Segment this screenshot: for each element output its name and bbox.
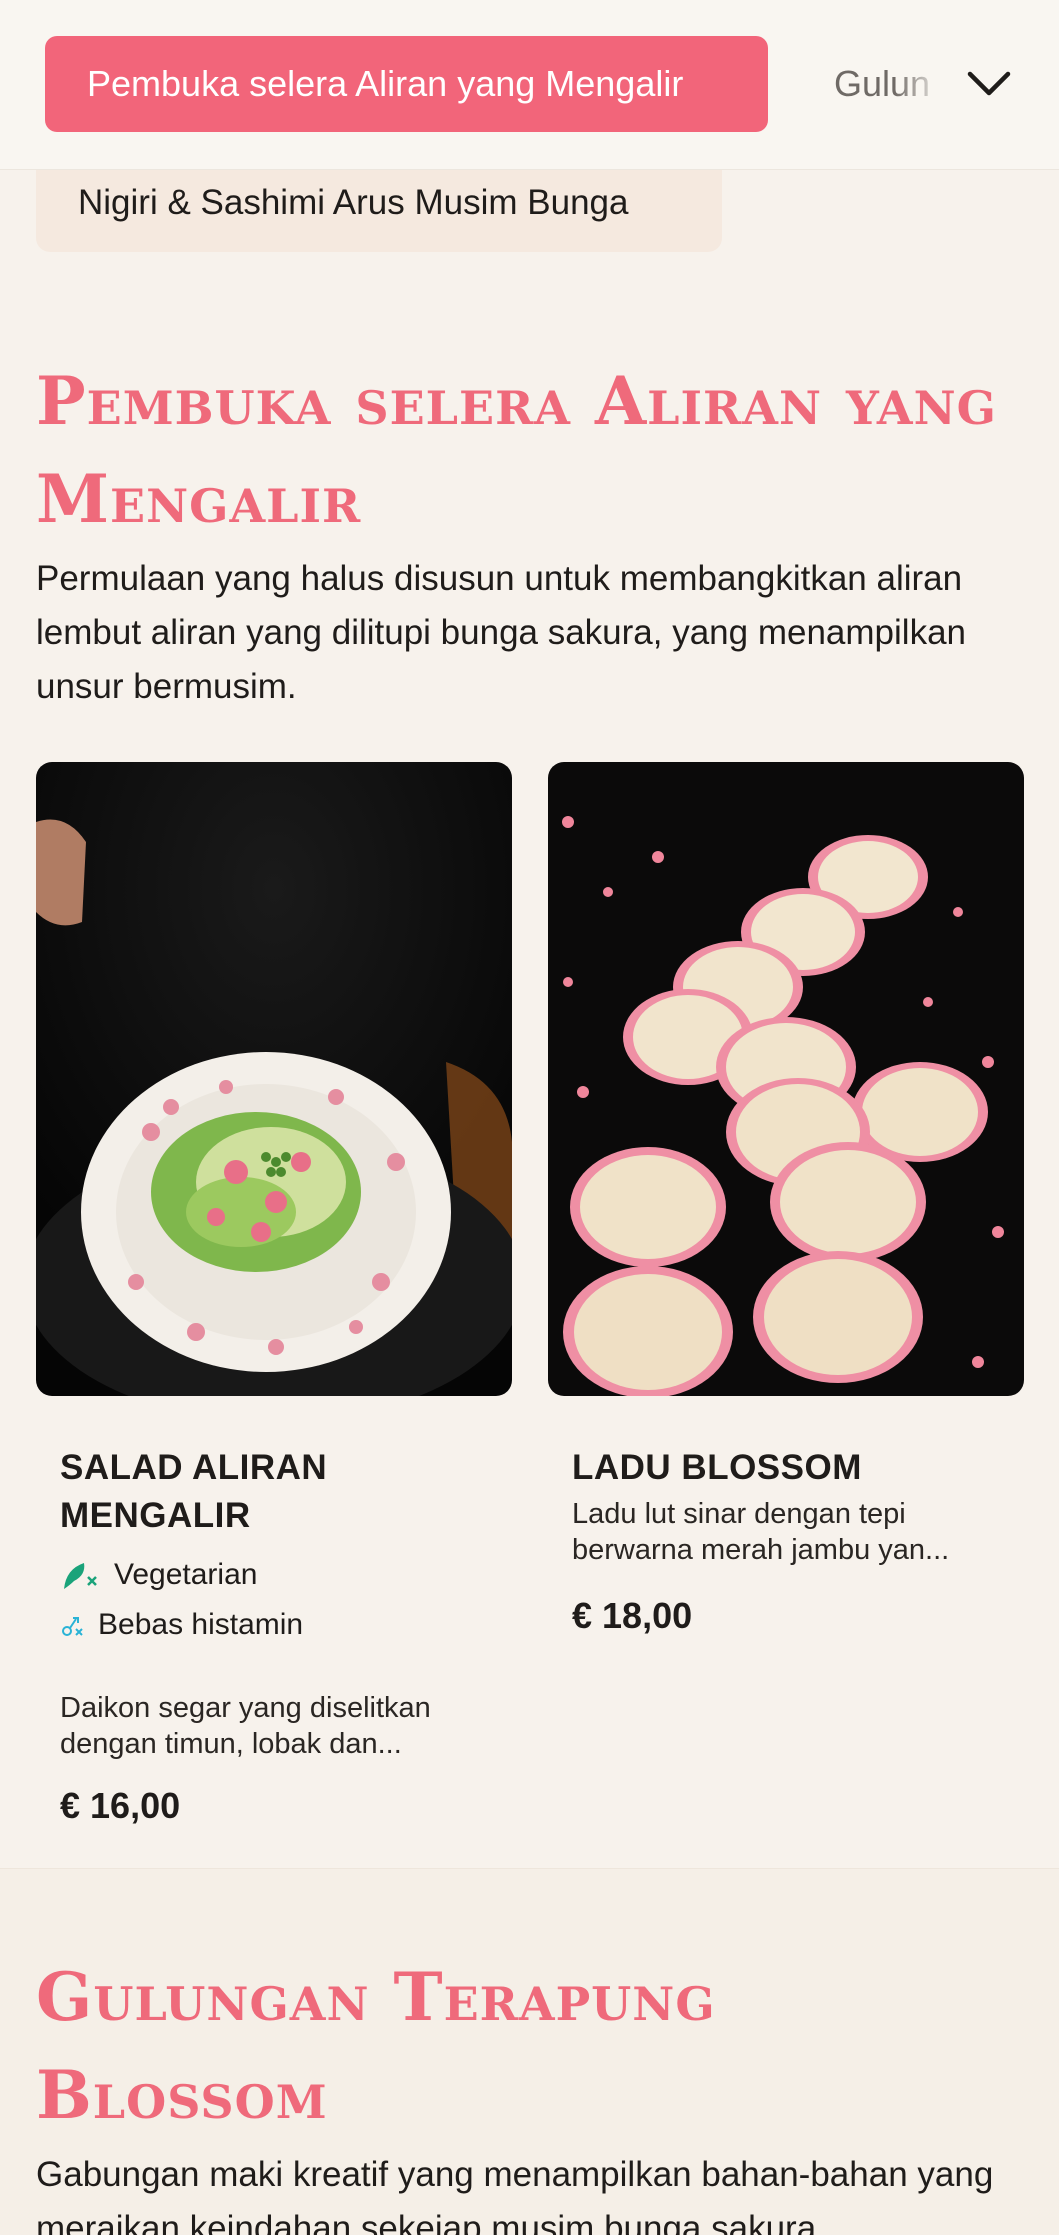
chevron-down-icon[interactable] bbox=[964, 58, 1014, 108]
category-dropdown-item[interactable]: Nigiri & Sashimi Arus Musim Bunga bbox=[36, 170, 722, 252]
tag-label: Vegetarian bbox=[114, 1558, 258, 1591]
section-title: Gulungan Terapung Blossom bbox=[36, 1958, 716, 2134]
item-name: SALAD ALIRAN MENGALIR bbox=[60, 1448, 328, 1535]
menu-item-card[interactable]: SALAD ALIRAN MENGALIR Vegetarian Bebas h… bbox=[36, 762, 512, 1826]
vegetarian-icon bbox=[64, 1563, 97, 1589]
dish-image bbox=[36, 762, 512, 1396]
section-description: Permulaan yang halus disusun untuk memba… bbox=[36, 559, 966, 706]
item-description: Ladu lut sinar dengan tepi berwarna mera… bbox=[572, 1498, 950, 1566]
item-price: € 18,00 bbox=[572, 1595, 693, 1636]
item-description: Daikon segar yang diselitkan dengan timu… bbox=[60, 1692, 431, 1760]
category-tab-next[interactable]: Gulun bbox=[834, 36, 944, 132]
menu-item-card[interactable]: LADU BLOSSOM Ladu lut sinar dengan tepi … bbox=[548, 762, 1024, 1824]
item-price: € 16,00 bbox=[60, 1785, 181, 1826]
histamine-free-icon bbox=[62, 1617, 83, 1636]
dietary-tag: Bebas histamin bbox=[60, 1600, 488, 1650]
dietary-tag: Vegetarian bbox=[60, 1550, 488, 1600]
tag-label: Bebas histamin bbox=[98, 1608, 304, 1641]
category-tab-active[interactable]: Pembuka selera Aliran yang Mengalir bbox=[45, 36, 768, 132]
item-name: LADU BLOSSOM bbox=[572, 1448, 862, 1487]
category-nav-bar: Pembuka selera Aliran yang Mengalir Gulu… bbox=[0, 0, 1059, 170]
section-description: Gabungan maki kreatif yang menampilkan b… bbox=[36, 2155, 994, 2235]
dish-image bbox=[548, 762, 1024, 1396]
section-title: Pembuka selera Aliran yang Mengalir bbox=[36, 362, 997, 538]
